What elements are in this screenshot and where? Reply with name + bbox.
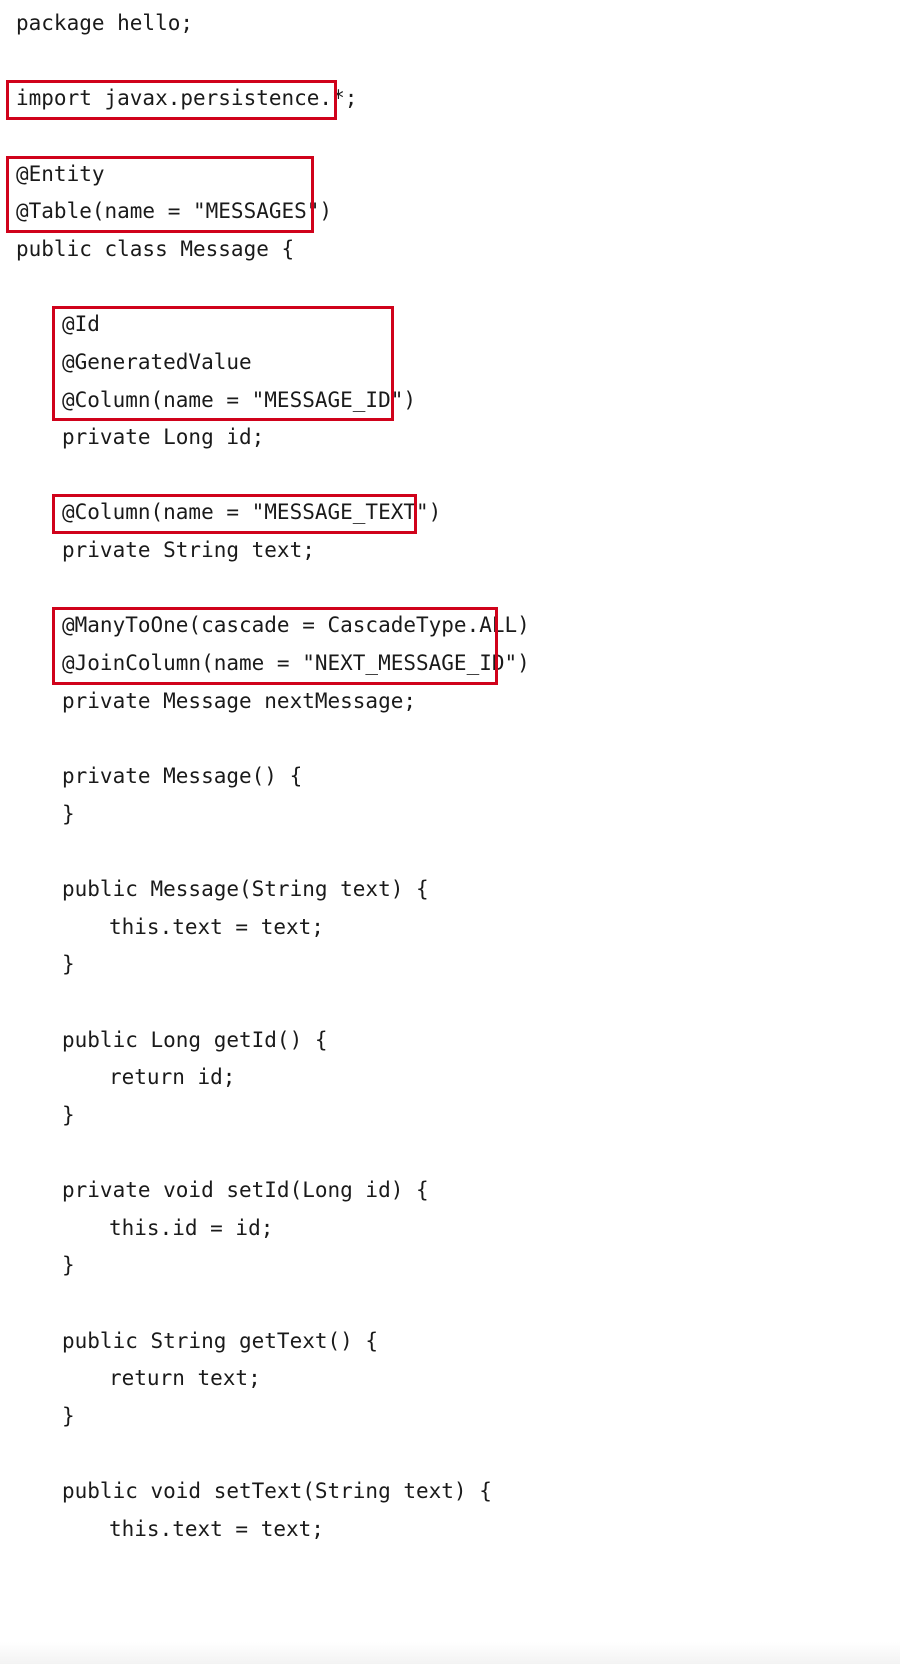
highlight-import [6,80,337,120]
code-line: public void setText(String text) { [62,1479,492,1504]
highlight-entity-table [6,155,314,233]
highlight-id-annotations [52,306,394,422]
code-line: private void setId(Long id) { [62,1178,429,1203]
code-line: private Long id; [62,425,265,450]
code-line: } [62,1102,75,1127]
code-line: private Message nextMessage; [62,688,417,713]
code-line: public Message(String text) { [62,876,429,901]
code-line: public Long getId() { [62,1027,328,1052]
code-line: } [62,1404,75,1429]
code-line: this.text = text; [109,914,324,939]
code-line: this.id = id; [109,1215,274,1240]
code-line: return id; [109,1065,236,1090]
code-line: package hello; [16,11,194,35]
code-line: private Message() { [62,764,303,788]
code-line: this.text = text; [109,1517,324,1541]
code-line: } [62,952,75,977]
code-line: private String text; [62,538,315,563]
highlight-relationship [52,607,498,685]
code-line: } [62,1253,75,1278]
highlight-text-column [52,494,417,535]
code-line: public String getText() { [62,1328,379,1353]
code-listing: package hello; import javax.persistence.*… [0,0,900,1664]
code-line: } [62,801,75,826]
bottom-edge-shade [0,1642,900,1664]
code-line: return text; [109,1366,261,1391]
code-line: public class Message { [16,236,295,261]
